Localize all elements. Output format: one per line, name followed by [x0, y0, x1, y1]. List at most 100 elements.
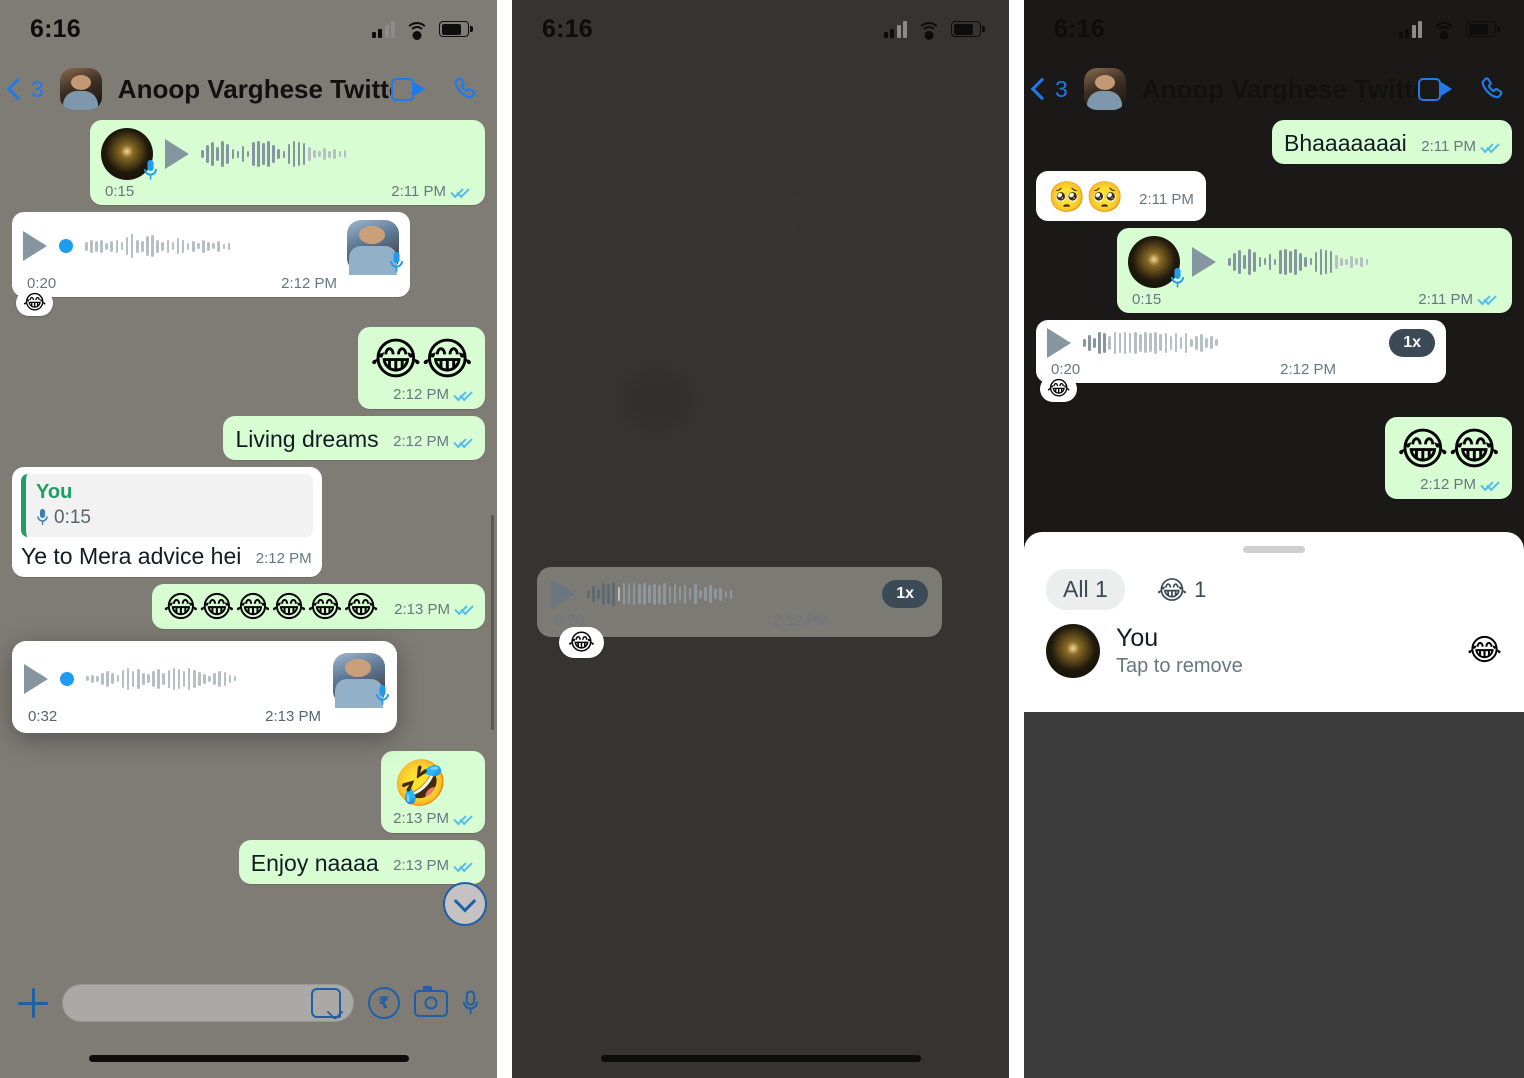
- reaction-chip[interactable]: 😂: [559, 627, 604, 658]
- voice-player[interactable]: 1x: [1047, 327, 1435, 358]
- voice-message-bubble[interactable]: 0:15 2:11 PM: [1117, 227, 1512, 313]
- message-row[interactable]: 😂😂😂😂😂😂 2:13 PM: [0, 583, 497, 629]
- progress-dot[interactable]: [1334, 254, 1338, 269]
- voice-message-bubble[interactable]: 0:20 2:12 PM 😂: [12, 212, 410, 316]
- message-row[interactable]: Living dreams 2:12 PM: [0, 416, 497, 461]
- voice-player[interactable]: 1x: [551, 579, 928, 609]
- progress-dot[interactable]: [59, 239, 73, 253]
- message-row[interactable]: 0:15 2:11 PM: [0, 120, 497, 205]
- waveform[interactable]: [201, 139, 474, 169]
- rupee-payment-icon[interactable]: ₹: [368, 987, 400, 1019]
- reactor-row[interactable]: You Tap to remove 😂: [1024, 610, 1524, 678]
- message-meta: 2:11 PM: [1421, 138, 1500, 155]
- three-panel-screenshot: 0:15 2:11 PM 0:20 2:12 PM 😂 😂😂 2:12 PM L…: [0, 0, 1524, 1078]
- playback-speed-button[interactable]: 1x: [882, 580, 928, 608]
- quote-duration: 0:15: [54, 507, 91, 529]
- scrollbar[interactable]: [491, 515, 494, 730]
- message-time: 2:13 PM: [393, 810, 449, 828]
- voice-message-bubble[interactable]: 1x 0:20 2:12 PM 😂: [1036, 319, 1446, 402]
- message-row[interactable]: Bhaaaaaaai 2:11 PM: [1024, 120, 1524, 164]
- reaction-tabs[interactable]: All 1 😂 1: [1024, 553, 1524, 610]
- waveform[interactable]: [1228, 247, 1501, 277]
- video-camera-icon[interactable]: [391, 77, 425, 101]
- focused-voice-message-bubble[interactable]: 1x 0:20 2:12 PM 😂: [537, 567, 942, 658]
- video-camera-icon[interactable]: [1418, 77, 1452, 101]
- waveform[interactable]: [1083, 328, 1377, 358]
- waveform[interactable]: [86, 664, 321, 694]
- message-row[interactable]: 0:15 2:11 PM: [1024, 227, 1524, 313]
- emoji-message-bubble[interactable]: 😂😂 2:12 PM: [358, 327, 485, 410]
- waveform[interactable]: [85, 231, 335, 261]
- message-row[interactable]: Enjoy naaaa 2:13 PM: [0, 840, 497, 885]
- chevron-down-circle-icon[interactable]: [443, 882, 487, 926]
- blurred-message: [692, 255, 982, 315]
- back-button[interactable]: 3: [1030, 77, 1068, 101]
- play-icon[interactable]: [23, 231, 47, 261]
- microphone-icon[interactable]: [462, 989, 479, 1017]
- message-row[interactable]: 😂😂 2:12 PM: [1024, 416, 1524, 500]
- voice-player[interactable]: [1128, 235, 1501, 288]
- message-list-1[interactable]: 0:15 2:11 PM 0:20 2:12 PM 😂 😂😂 2:12 PM L…: [0, 120, 497, 1078]
- play-icon[interactable]: [551, 579, 575, 609]
- voice-player[interactable]: [24, 652, 389, 709]
- playback-speed-button[interactable]: 1x: [1389, 328, 1435, 357]
- phone-icon[interactable]: [451, 75, 479, 103]
- message-input-bar[interactable]: ₹: [0, 973, 497, 1033]
- back-button[interactable]: 3: [6, 77, 44, 101]
- emoji-message-bubble[interactable]: 🤣 2:13 PM: [381, 750, 485, 834]
- reaction-chip[interactable]: 😂: [1040, 375, 1078, 402]
- voice-message-bubble-highlighted[interactable]: 0:32 2:13 PM: [12, 640, 397, 733]
- waveform[interactable]: [587, 579, 870, 609]
- emoji-message-bubble[interactable]: 😂😂😂😂😂😂 2:13 PM: [152, 583, 485, 629]
- tab-emoji-joy[interactable]: 😂 1: [1151, 570, 1213, 610]
- emoji-message-bubble[interactable]: 🥺🥺 2:11 PM: [1036, 170, 1206, 221]
- reaction-chip[interactable]: 😂: [16, 290, 54, 316]
- text-message-bubble[interactable]: Bhaaaaaaai 2:11 PM: [1272, 120, 1512, 164]
- contact-name[interactable]: Anoop Varghese Twitter: [118, 74, 391, 105]
- message-row[interactable]: 🤣 2:13 PM: [0, 750, 497, 834]
- message-row[interactable]: 🥺🥺 2:11 PM: [1024, 170, 1524, 221]
- chevron-left-icon: [1030, 77, 1054, 101]
- read-receipt-icon: [453, 811, 473, 825]
- text-message-bubble[interactable]: Living dreams 2:12 PM: [223, 416, 485, 461]
- contact-avatar[interactable]: [59, 68, 102, 110]
- message-meta: 2:13 PM: [393, 857, 473, 874]
- sheet-grabber[interactable]: [1243, 546, 1305, 553]
- progress-dot[interactable]: [60, 671, 74, 686]
- voice-message-bubble[interactable]: 0:15 2:11 PM: [90, 120, 485, 205]
- play-icon[interactable]: [1047, 327, 1071, 358]
- voice-meta: 0:15 2:11 PM: [1128, 291, 1501, 308]
- play-icon[interactable]: [24, 663, 48, 694]
- search-input[interactable]: [62, 984, 354, 1022]
- plus-icon[interactable]: [18, 988, 48, 1018]
- quoted-message[interactable]: You 0:15: [21, 474, 313, 538]
- quoted-reply-bubble[interactable]: You 0:15 Ye to Mera advice hei 2:12 PM: [12, 467, 322, 577]
- play-icon[interactable]: [1192, 246, 1216, 277]
- reaction-details-sheet[interactable]: All 1 😂 1 You Tap to remove 😂: [1024, 532, 1524, 712]
- message-row[interactable]: 😂😂 2:12 PM: [0, 327, 497, 410]
- camera-icon[interactable]: [414, 985, 448, 1017]
- message-row[interactable]: 1x 0:20 2:12 PM 😂: [1024, 319, 1524, 402]
- contact-avatar[interactable]: [1083, 68, 1126, 110]
- read-receipt-icon: [1480, 477, 1500, 491]
- voice-meta: 0:20 2:12 PM: [23, 275, 399, 292]
- message-row[interactable]: 0:32 2:13 PM: [0, 640, 497, 733]
- avatar: [347, 220, 403, 276]
- voice-player[interactable]: [101, 128, 474, 180]
- message-row[interactable]: You 0:15 Ye to Mera advice hei 2:12 PM: [0, 467, 497, 577]
- emoji-message-bubble[interactable]: 😂😂 2:12 PM: [1385, 416, 1512, 500]
- message-meta: 2:12 PM: [393, 433, 473, 450]
- tab-all[interactable]: All 1: [1046, 569, 1125, 610]
- sticker-icon[interactable]: [311, 988, 341, 1018]
- play-icon[interactable]: [165, 139, 189, 169]
- message-row[interactable]: 0:20 2:12 PM 😂: [0, 212, 497, 316]
- contact-name[interactable]: Anoop Varghese Twitter: [1142, 74, 1418, 105]
- progress-dot[interactable]: [307, 147, 311, 161]
- phone-icon[interactable]: [1478, 75, 1506, 103]
- text-message-bubble[interactable]: Enjoy naaaa 2:13 PM: [238, 840, 485, 885]
- progress-dot[interactable]: [1108, 335, 1112, 350]
- voice-player[interactable]: [23, 220, 403, 276]
- reactor-emoji[interactable]: 😂: [1467, 636, 1502, 666]
- home-indicator: [600, 1055, 921, 1062]
- progress-dot[interactable]: [617, 587, 621, 601]
